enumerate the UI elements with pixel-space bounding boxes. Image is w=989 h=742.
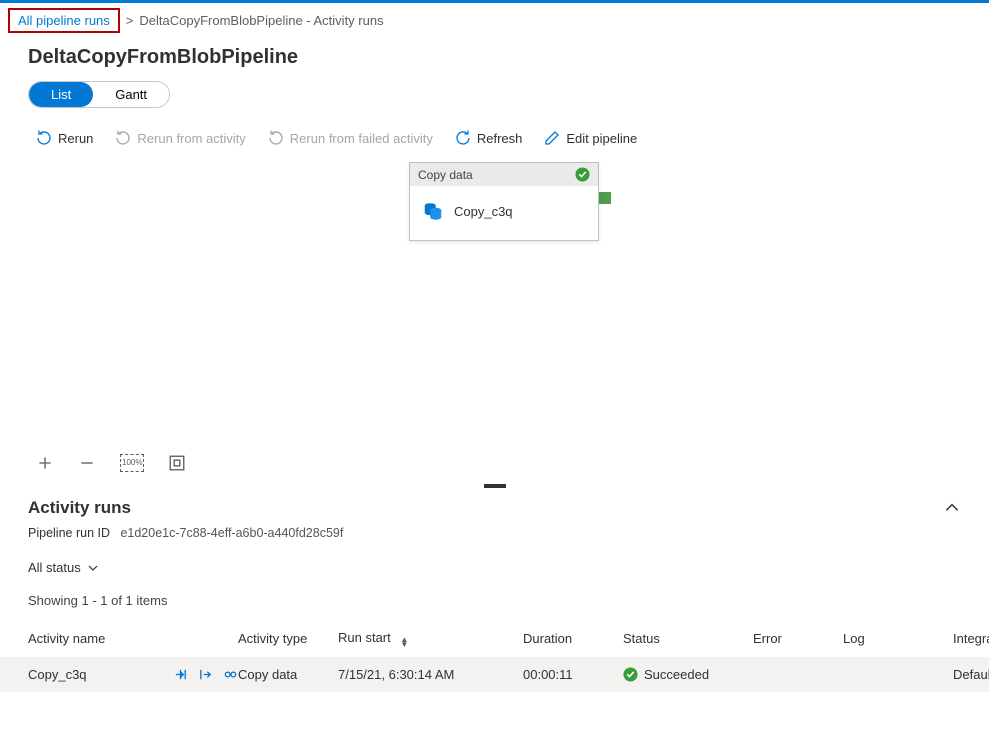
rerun-failed-icon <box>268 130 284 146</box>
cell-activity-type: Copy data <box>238 667 338 682</box>
activity-node-type: Copy data <box>418 168 473 182</box>
database-icon <box>422 200 444 222</box>
cell-duration: 00:00:11 <box>523 667 623 682</box>
status-filter[interactable]: All status <box>0 558 989 593</box>
activity-runs-title: Activity runs <box>28 498 131 518</box>
success-check-icon <box>575 167 590 182</box>
rerun-activity-icon <box>115 130 131 146</box>
breadcrumb-separator-icon: > <box>126 13 134 28</box>
edit-pipeline-label: Edit pipeline <box>566 131 637 146</box>
view-toggle: List Gantt <box>28 81 170 108</box>
sort-icon: ▲▼ <box>400 637 408 647</box>
pipeline-runid-value: e1d20e1c-7c88-4eff-a6b0-a440fd28c59f <box>120 526 343 540</box>
col-activity-type[interactable]: Activity type <box>238 631 338 646</box>
status-text: Succeeded <box>644 667 709 682</box>
col-run-start[interactable]: Run start ▲▼ <box>338 630 523 647</box>
cell-activity-name: Copy_c3q <box>28 667 238 682</box>
activity-name-text: Copy_c3q <box>28 667 87 682</box>
pencil-icon <box>544 130 560 146</box>
cell-integration: DefaultIntegr <box>953 667 989 682</box>
pipeline-runid-row: Pipeline run ID e1d20e1c-7c88-4eff-a6b0-… <box>0 522 989 558</box>
zoom-controls: 100% <box>0 446 989 484</box>
rerun-from-activity-button: Rerun from activity <box>115 130 245 146</box>
rerun-button[interactable]: Rerun <box>36 130 93 146</box>
rerun-activity-label: Rerun from activity <box>137 131 245 146</box>
rerun-label: Rerun <box>58 131 93 146</box>
zoom-reset-button[interactable]: 100% <box>120 454 144 472</box>
success-check-icon <box>623 667 638 682</box>
activity-node-body: Copy_c3q <box>410 186 598 240</box>
col-activity-name[interactable]: Activity name <box>28 631 238 646</box>
zoom-out-button[interactable] <box>78 454 96 472</box>
zoom-in-button[interactable] <box>36 454 54 472</box>
cell-status: Succeeded <box>623 667 753 682</box>
view-list-button[interactable]: List <box>29 82 93 107</box>
rerun-from-failed-button: Rerun from failed activity <box>268 130 433 146</box>
activity-runs-table: Activity name Activity type Run start ▲▼… <box>0 620 989 692</box>
panel-resize-handle[interactable] <box>484 484 506 488</box>
chevron-down-icon <box>87 562 99 574</box>
col-log[interactable]: Log <box>843 631 953 646</box>
activity-node[interactable]: Copy data Copy_c3q <box>409 162 599 241</box>
breadcrumb-current: DeltaCopyFromBlobPipeline - Activity run… <box>139 13 383 28</box>
col-status[interactable]: Status <box>623 631 753 646</box>
col-integration[interactable]: Integration r <box>953 631 989 646</box>
page-title: DeltaCopyFromBlobPipeline <box>0 38 989 81</box>
status-filter-label: All status <box>28 560 81 575</box>
refresh-label: Refresh <box>477 131 523 146</box>
showing-count: Showing 1 - 1 of 1 items <box>0 593 989 620</box>
input-icon[interactable] <box>173 667 188 682</box>
table-row[interactable]: Copy_c3q Copy data 7/15/21, 6:30:14 AM 0… <box>0 657 989 692</box>
cell-run-start: 7/15/21, 6:30:14 AM <box>338 667 523 682</box>
output-icon[interactable] <box>198 667 213 682</box>
activity-runs-header: Activity runs <box>0 494 989 522</box>
activity-node-header: Copy data <box>410 163 598 186</box>
refresh-button[interactable]: Refresh <box>455 130 523 146</box>
pipeline-runid-label: Pipeline run ID <box>28 526 110 540</box>
rerun-icon <box>36 130 52 146</box>
view-gantt-button[interactable]: Gantt <box>93 82 169 107</box>
rerun-failed-label: Rerun from failed activity <box>290 131 433 146</box>
activity-node-name: Copy_c3q <box>454 204 513 219</box>
edit-pipeline-button[interactable]: Edit pipeline <box>544 130 637 146</box>
collapse-button[interactable] <box>943 499 961 517</box>
toolbar: Rerun Rerun from activity Rerun from fai… <box>0 126 989 156</box>
zoom-fit-button[interactable] <box>168 454 186 472</box>
col-error[interactable]: Error <box>753 631 843 646</box>
breadcrumb-root-link[interactable]: All pipeline runs <box>8 8 120 33</box>
table-header-row: Activity name Activity type Run start ▲▼… <box>0 620 989 657</box>
details-icon[interactable] <box>223 667 238 682</box>
refresh-icon <box>455 130 471 146</box>
node-connector <box>599 192 611 204</box>
col-duration[interactable]: Duration <box>523 631 623 646</box>
pipeline-canvas[interactable]: Copy data Copy_c3q <box>0 156 989 446</box>
breadcrumb: All pipeline runs > DeltaCopyFromBlobPip… <box>0 3 989 38</box>
